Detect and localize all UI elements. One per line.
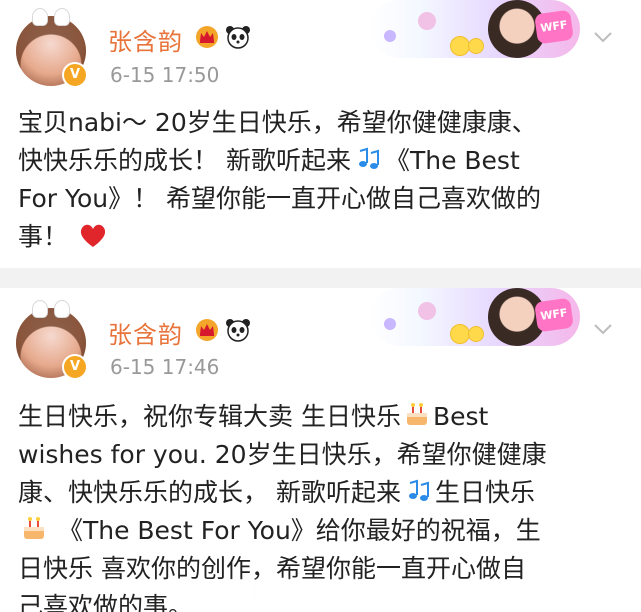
- banner-balloon-icon: [384, 30, 396, 42]
- post-text-line: 事！: [18, 218, 621, 256]
- post-text-segment: 快快乐乐的成长！ 新歌听起来: [18, 146, 351, 175]
- cake-icon: [406, 403, 427, 425]
- avatar-ears: [32, 300, 70, 318]
- post-text-segment: 《The Best: [384, 146, 520, 175]
- post-text-segment: 事！: [18, 222, 69, 251]
- decorative-card-banner: WFF: [370, 288, 580, 346]
- banner-chick-icon: [468, 326, 484, 342]
- post-timestamp: 6-15 17:50: [110, 63, 220, 87]
- cake-icon: [24, 517, 44, 539]
- post-text-line: 康、快快乐乐的成长， 新歌听起来 生日快乐: [18, 474, 621, 512]
- blurred-text-overlay: [220, 582, 364, 602]
- banner-chick-icon: [468, 38, 484, 54]
- banner-chick-icon: [450, 324, 470, 344]
- avatar[interactable]: V: [16, 300, 88, 380]
- post-text-line: wishes for you. 20岁生日快乐，希望你健健康: [18, 440, 547, 469]
- verified-badge-icon: V: [62, 62, 88, 88]
- post-text-line: 快快乐乐的成长！ 新歌听起来 《The Best: [18, 142, 621, 180]
- crown-icon: [196, 26, 218, 48]
- heart-icon: [80, 224, 106, 247]
- banner-chick-icon: [450, 36, 470, 56]
- post-text-segment: 生日快乐，祝你专辑大卖 生日快乐: [18, 402, 401, 431]
- chevron-down-icon[interactable]: [592, 26, 614, 48]
- panda-icon: [226, 26, 250, 49]
- banner-tag: WFF: [534, 9, 574, 45]
- chevron-down-icon[interactable]: [592, 318, 614, 340]
- music-note-icon: [408, 479, 429, 501]
- decorative-card-banner: WFF: [370, 0, 580, 58]
- panda-icon: [226, 319, 250, 342]
- post-text-line: For You》！ 希望你能一直开心做自己喜欢做的: [18, 184, 542, 213]
- verified-badge-icon: V: [62, 354, 88, 380]
- post-text-segment: 《The Best For You》给你最好的祝福，生: [57, 516, 541, 545]
- post-timestamp: 6-15 17:46: [110, 355, 220, 379]
- post-text-line: 宝贝nabi～ 20岁生日快乐，希望你健健康康、: [18, 108, 537, 137]
- username[interactable]: 张含韵: [108, 315, 183, 350]
- avatar-ears: [32, 8, 70, 26]
- username[interactable]: 张含韵: [108, 22, 183, 57]
- post-divider: [0, 268, 641, 288]
- post-text-segment: Best: [432, 402, 489, 431]
- avatar[interactable]: V: [16, 8, 88, 88]
- banner-planet-icon: [418, 302, 436, 320]
- banner-planet-icon: [418, 12, 436, 30]
- post-text: 宝贝nabi～ 20岁生日快乐，希望你健健康康、 快快乐乐的成长！ 新歌听起来 《…: [18, 104, 621, 256]
- post-text-segment: 康、快快乐乐的成长， 新歌听起来: [18, 478, 401, 507]
- music-note-icon: [358, 147, 379, 169]
- weibo-post: V 张含韵 6-15 17:50 WFF 宝贝nabi～ 20岁生日快乐，希望你…: [0, 0, 641, 268]
- banner-balloon-icon: [384, 318, 396, 330]
- post-text: 生日快乐，祝你专辑大卖 生日快乐 Best wishes for you. 20岁…: [18, 398, 621, 612]
- crown-icon: [196, 319, 218, 341]
- post-text-line: 生日快乐，祝你专辑大卖 生日快乐 Best: [18, 398, 621, 436]
- post-text-line: 《The Best For You》给你最好的祝福，生: [18, 512, 621, 550]
- weibo-post: V 张含韵 6-15 17:46 WFF 生日快乐，祝你专辑大卖 生日快乐 Be…: [0, 288, 641, 612]
- post-text-segment: 生日快乐: [434, 478, 535, 507]
- banner-tag: WFF: [534, 297, 574, 333]
- weibo-feed-screenshot: V 张含韵 6-15 17:50 WFF 宝贝nabi～ 20岁生日快乐，希望你…: [0, 0, 641, 612]
